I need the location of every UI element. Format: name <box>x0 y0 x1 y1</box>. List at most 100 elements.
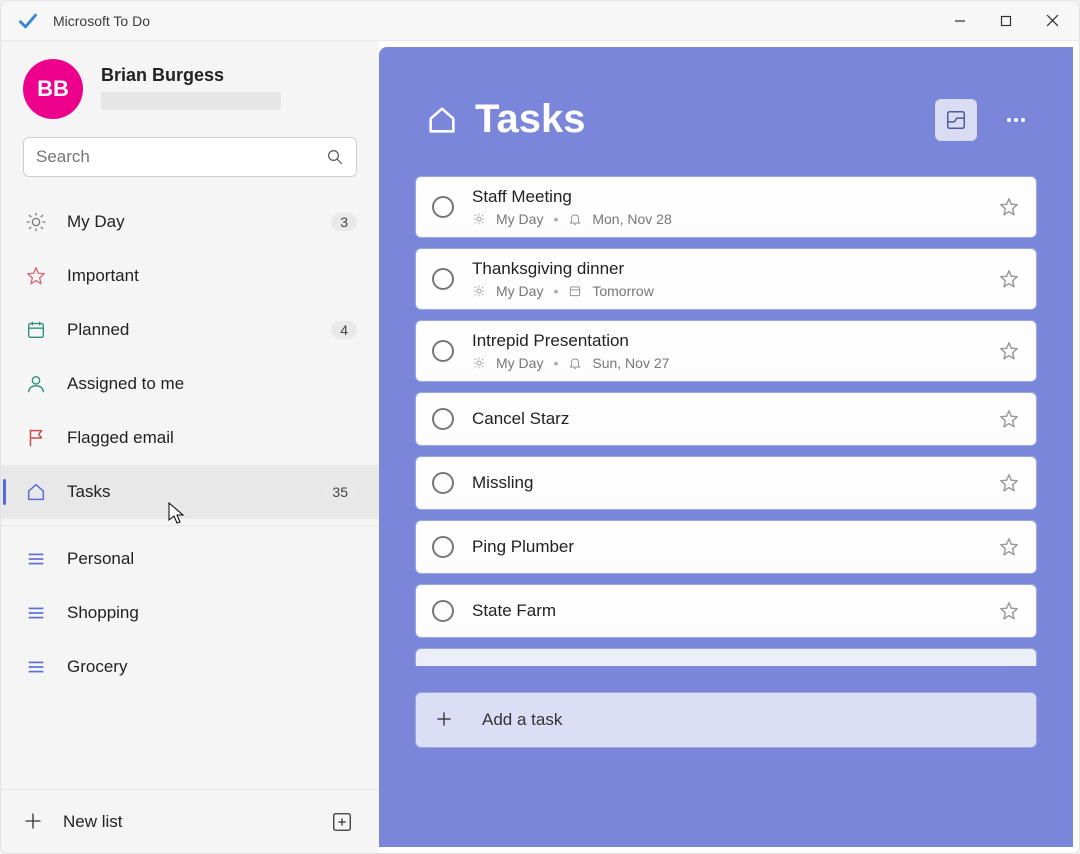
sidebar-item-label: Shopping <box>67 603 357 623</box>
main-panel: Tasks Staff Meeting My Day•Mon, Nov 28 Tha… <box>379 47 1073 847</box>
new-list-button[interactable]: New list <box>63 812 327 832</box>
main-header: Tasks <box>379 47 1073 176</box>
sidebar-item-assigned[interactable]: Assigned to me <box>1 357 379 411</box>
search-input[interactable] <box>36 147 326 167</box>
sidebar-item-label: Assigned to me <box>67 374 357 394</box>
sidebar-item-label: Tasks <box>67 482 323 502</box>
task-meta: My Day•Sun, Nov 27 <box>472 355 986 371</box>
app-icon <box>17 10 39 32</box>
sidebar-item-label: Planned <box>67 320 331 340</box>
star-icon <box>23 263 49 289</box>
maximize-button[interactable] <box>983 1 1029 41</box>
flag-icon <box>23 425 49 451</box>
sidebar-item-count: 35 <box>323 483 357 501</box>
task-card[interactable]: Missling <box>415 456 1037 510</box>
sidebar-item-label: Flagged email <box>67 428 357 448</box>
profile-section[interactable]: BB Brian Burgess <box>1 59 379 133</box>
star-icon[interactable] <box>998 196 1020 218</box>
profile-email-redacted <box>101 92 281 110</box>
add-task-label: Add a task <box>482 710 562 730</box>
sidebar-item-myday[interactable]: My Day3 <box>1 195 379 249</box>
task-myday-label: My Day <box>496 355 543 371</box>
home-icon <box>23 479 49 505</box>
sidebar-item-label: Personal <box>67 549 357 569</box>
task-myday-label: My Day <box>496 283 543 299</box>
plus-icon <box>23 811 45 833</box>
more-options-button[interactable] <box>995 99 1037 141</box>
task-due-label: Mon, Nov 28 <box>592 211 671 227</box>
list-icon <box>23 600 49 626</box>
calendar-icon <box>23 317 49 343</box>
profile-name: Brian Burgess <box>101 59 281 86</box>
task-title: Ping Plumber <box>472 537 986 557</box>
task-card[interactable]: Ping Plumber <box>415 520 1037 574</box>
star-icon[interactable] <box>998 268 1020 290</box>
task-meta: My Day•Mon, Nov 28 <box>472 211 986 227</box>
sidebar-item-important[interactable]: Important <box>1 249 379 303</box>
avatar: BB <box>23 59 83 119</box>
close-button[interactable] <box>1029 1 1075 41</box>
sun-icon <box>472 356 486 370</box>
star-icon[interactable] <box>998 536 1020 558</box>
complete-checkbox[interactable] <box>432 472 454 494</box>
task-myday-label: My Day <box>496 211 543 227</box>
complete-checkbox[interactable] <box>432 340 454 362</box>
sidebar-item-label: My Day <box>67 212 331 232</box>
task-title: State Farm <box>472 601 986 621</box>
calendar-icon <box>568 284 582 298</box>
plus-icon <box>434 709 456 731</box>
home-icon <box>423 101 461 139</box>
bell-icon <box>568 356 582 370</box>
task-card[interactable]: State Farm <box>415 584 1037 638</box>
star-icon[interactable] <box>998 340 1020 362</box>
star-icon[interactable] <box>998 600 1020 622</box>
add-task-row[interactable]: Add a task <box>415 692 1037 748</box>
nav-list: My Day3 Important Planned4 Assigned to me Fl… <box>1 191 379 789</box>
sidebar-list-grocery[interactable]: Grocery <box>1 640 379 694</box>
sun-icon <box>23 209 49 235</box>
task-meta: My Day•Tomorrow <box>472 283 986 299</box>
suggestions-button[interactable] <box>935 99 977 141</box>
task-card[interactable]: Staff Meeting My Day•Mon, Nov 28 <box>415 176 1037 238</box>
page-title: Tasks <box>475 97 935 142</box>
bell-icon <box>568 212 582 226</box>
task-card[interactable]: Thanksgiving dinnerMy Day•Tomorrow <box>415 248 1037 310</box>
sun-icon <box>472 284 486 298</box>
sidebar-list-shopping[interactable]: Shopping <box>1 586 379 640</box>
new-group-button[interactable] <box>327 807 357 837</box>
task-title: Missling <box>472 473 986 493</box>
sidebar-item-flagged[interactable]: Flagged email <box>1 411 379 465</box>
sidebar-item-planned[interactable]: Planned4 <box>1 303 379 357</box>
sidebar: BB Brian Burgess My Day3 Important Planned… <box>1 41 379 853</box>
task-card[interactable]: Cancel Starz <box>415 392 1037 446</box>
task-card[interactable]: Intrepid Presentation My Day•Sun, Nov 27 <box>415 320 1037 382</box>
complete-checkbox[interactable] <box>432 600 454 622</box>
minimize-button[interactable] <box>937 1 983 41</box>
sidebar-item-count: 4 <box>331 321 357 339</box>
list-icon <box>23 654 49 680</box>
task-title: Intrepid Presentation <box>472 331 986 351</box>
app-title: Microsoft To Do <box>53 13 150 29</box>
sidebar-item-count: 3 <box>331 213 357 231</box>
sidebar-item-label: Grocery <box>67 657 357 677</box>
task-list: Staff Meeting My Day•Mon, Nov 28 Thanksgiv… <box>379 176 1073 847</box>
star-icon[interactable] <box>998 472 1020 494</box>
complete-checkbox[interactable] <box>432 536 454 558</box>
task-title: Staff Meeting <box>472 187 986 207</box>
complete-checkbox[interactable] <box>432 408 454 430</box>
list-icon <box>23 546 49 572</box>
complete-checkbox[interactable] <box>432 196 454 218</box>
star-icon[interactable] <box>998 408 1020 430</box>
sidebar-item-label: Important <box>67 266 357 286</box>
sidebar-list-personal[interactable]: Personal <box>1 532 379 586</box>
bottom-bar: New list <box>1 789 379 853</box>
search-box[interactable] <box>23 137 357 177</box>
sun-icon <box>472 212 486 226</box>
task-title: Cancel Starz <box>472 409 986 429</box>
task-due-label: Sun, Nov 27 <box>592 355 669 371</box>
search-icon <box>326 148 344 166</box>
complete-checkbox[interactable] <box>432 268 454 290</box>
app-window: Microsoft To Do BB Brian Burgess <box>0 0 1080 854</box>
task-card-partial <box>415 648 1037 666</box>
sidebar-item-tasks[interactable]: Tasks35 <box>1 465 379 519</box>
